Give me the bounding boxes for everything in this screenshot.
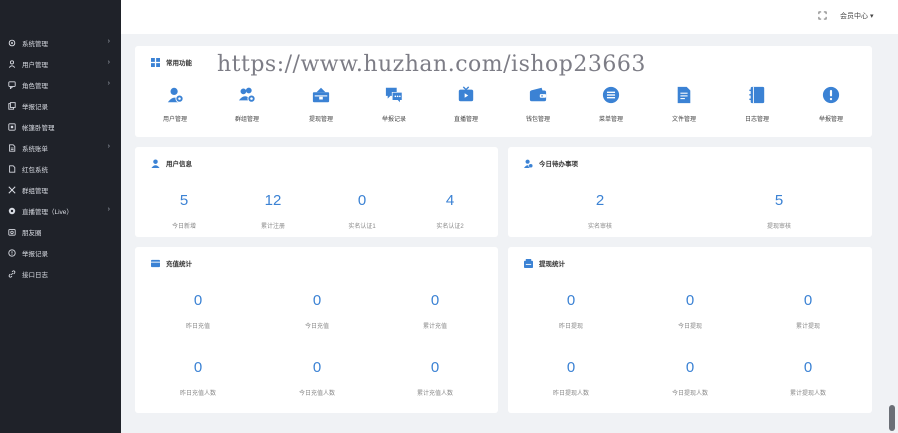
chat-report-icon xyxy=(385,87,403,104)
chevron-right-icon: › xyxy=(107,59,110,66)
withdraw-stats-title: 提现统计 xyxy=(524,258,565,268)
sidebar-item-box[interactable]: 帐篷卧管理 xyxy=(0,117,121,137)
withdraw-icon xyxy=(312,87,330,103)
sidebar-item-label: 直播管理（Live） xyxy=(22,209,73,216)
member-center-menu[interactable]: 会员中心 ▾ xyxy=(840,11,873,21)
sidebar-item-label: 朋友圈 xyxy=(22,230,42,237)
chevron-right-icon: › xyxy=(107,206,110,213)
fullscreen-icon[interactable] xyxy=(818,11,827,20)
sidebar-item-label: 红包系统 xyxy=(22,167,48,174)
stat-yesterday-withdraw: 0 昨日提现 xyxy=(558,292,583,330)
quick-chat-report[interactable]: 举报记录 xyxy=(368,86,420,123)
stat-today-withdraw: 0 今日提现 xyxy=(677,292,702,330)
withdraw-stats-card: 提现统计 0 昨日提现 0 今日提现 0 累计提现 0 昨日提现人数 0 今日提现人数 0… xyxy=(508,247,872,413)
sidebar-item-label: 用户管理 xyxy=(22,62,48,69)
stat-yesterday-withdraw-users: 0 昨日提现人数 xyxy=(552,359,589,397)
user-info-title: 用户信息 xyxy=(151,158,192,168)
sidebar-item-bills[interactable]: 系统账单 › xyxy=(0,138,121,158)
stat-today-recharge-users: 0 今日充值人数 xyxy=(298,359,335,397)
log-book-icon xyxy=(749,86,765,104)
sidebar-item-label: 举报记录 xyxy=(22,104,48,111)
stat-total-withdraw: 0 累计提现 xyxy=(795,292,820,330)
sidebar-item-reports[interactable]: 举报记录 xyxy=(0,96,121,116)
stat-yesterday-recharge: 0 昨日充值 xyxy=(185,292,210,330)
sidebar-item-report-log[interactable]: 举报记录 xyxy=(0,243,121,263)
stat-total-recharge-users: 0 累计充值人数 xyxy=(416,359,453,397)
sidebar: 系统管理 › 用户管理 › 角色管理 › 举报记录 帐篷卧管理 系统账单 › 红… xyxy=(0,0,121,433)
stat-today-recharge: 0 今日充值 xyxy=(304,292,329,330)
warning-icon xyxy=(822,86,840,104)
todo-title: 今日待办事项 xyxy=(524,158,578,168)
moments-icon xyxy=(8,228,16,236)
quick-wallet[interactable]: 钱包管理 xyxy=(512,86,564,123)
sidebar-item-label: 系统管理 xyxy=(22,41,48,48)
link-icon xyxy=(8,270,16,278)
grid-icon xyxy=(151,57,160,67)
user-icon xyxy=(151,158,160,168)
todo-user-icon xyxy=(524,159,533,168)
sidebar-item-system[interactable]: 系统管理 › xyxy=(0,33,121,53)
sidebar-item-label: 群组管理 xyxy=(22,188,48,195)
chevron-right-icon: › xyxy=(107,80,110,87)
group-icon xyxy=(8,186,16,194)
withdraw-stats-icon xyxy=(524,258,533,268)
role-icon xyxy=(8,81,16,89)
quick-report-manage[interactable]: 举报管理 xyxy=(805,86,857,123)
menu-list-icon xyxy=(602,86,620,104)
stat-total-withdraw-users: 0 累计提现人数 xyxy=(789,359,826,397)
recharge-stats-card: 充值统计 0 昨日充值 0 今日充值 0 累计充值 0 昨日充值人数 0 今日充值人数 0… xyxy=(135,247,498,413)
chevron-right-icon: › xyxy=(107,143,110,150)
box-icon xyxy=(8,123,16,131)
sidebar-item-redpacket[interactable]: 红包系统 xyxy=(0,159,121,179)
recharge-icon xyxy=(151,259,160,267)
sidebar-item-groups[interactable]: 群组管理 xyxy=(0,180,121,200)
sidebar-item-live[interactable]: 直播管理（Live） › xyxy=(0,201,121,221)
top-bar xyxy=(121,0,898,34)
stat-real-name-2: 4 实名认证2 xyxy=(436,192,464,230)
sidebar-item-label: 帐篷卧管理 xyxy=(22,125,55,132)
quick-menu[interactable]: 菜单管理 xyxy=(585,86,637,123)
chevron-right-icon: › xyxy=(107,38,110,45)
group-manage-icon xyxy=(238,87,256,103)
stat-real-name-1: 0 实名认证1 xyxy=(348,192,376,230)
todo-card: 今日待办事项 2 实名审核 5 提现审核 xyxy=(508,147,872,237)
report-icon xyxy=(8,102,16,110)
quick-group-manage[interactable]: 群组管理 xyxy=(221,86,273,123)
stat-today-new: 5 今日新增 xyxy=(171,192,196,230)
user-manage-icon xyxy=(167,87,184,103)
sidebar-item-label: 举报记录 xyxy=(22,251,48,258)
user-info-card: 用户信息 5 今日新增 12 累计注册 0 实名认证1 4 实名认证2 xyxy=(135,147,498,237)
quick-file[interactable]: 文件管理 xyxy=(658,86,710,123)
stat-yesterday-recharge-users: 0 昨日充值人数 xyxy=(179,359,216,397)
stat-total-registered: 12 累计注册 xyxy=(260,192,285,230)
alert-icon xyxy=(8,249,16,257)
quick-user-manage[interactable]: 用户管理 xyxy=(149,86,201,123)
recharge-stats-title: 充值统计 xyxy=(151,258,192,268)
redpacket-icon xyxy=(8,165,16,173)
sidebar-item-label: 接口日志 xyxy=(22,272,48,279)
quick-withdraw[interactable]: 提现管理 xyxy=(295,86,347,123)
stat-today-withdraw-users: 0 今日提现人数 xyxy=(671,359,708,397)
live-icon xyxy=(8,207,16,215)
sidebar-item-api-log[interactable]: 接口日志 xyxy=(0,264,121,284)
sidebar-item-label: 系统账单 xyxy=(22,146,48,153)
wallet-icon xyxy=(529,87,547,102)
quick-live[interactable]: 直播管理 xyxy=(440,86,492,123)
sidebar-item-roles[interactable]: 角色管理 › xyxy=(0,75,121,95)
stat-withdraw-review[interactable]: 5 提现审核 xyxy=(734,192,824,230)
live-tv-icon xyxy=(458,86,474,102)
stat-total-recharge: 0 累计充值 xyxy=(422,292,447,330)
quick-log[interactable]: 日志管理 xyxy=(731,86,783,123)
sidebar-item-moments[interactable]: 朋友圈 xyxy=(0,222,121,242)
user-icon xyxy=(8,60,16,68)
page-scrollbar[interactable] xyxy=(889,405,895,431)
sidebar-item-label: 角色管理 xyxy=(22,83,48,90)
sidebar-item-users[interactable]: 用户管理 › xyxy=(0,54,121,74)
stat-real-name-review[interactable]: 2 实名审核 xyxy=(555,192,645,230)
file-icon xyxy=(677,86,691,104)
bill-icon xyxy=(8,144,16,152)
watermark-url: https://www.huzhan.com/ishop23663 xyxy=(217,52,646,77)
quick-functions-title: 常用功能 xyxy=(151,57,192,67)
gear-icon xyxy=(8,39,16,47)
